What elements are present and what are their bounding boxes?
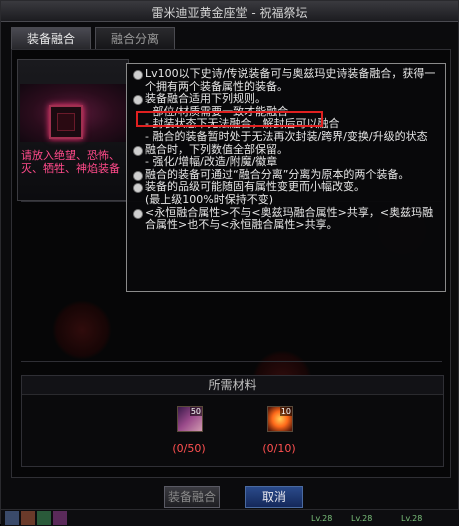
skill-icon[interactable] — [5, 511, 19, 525]
fusion-stone-icon[interactable]: 50 — [177, 406, 203, 432]
taskbar: Lv.28 Lv.28 Lv.28 — [1, 509, 459, 526]
stack-count: 10 — [279, 407, 292, 416]
title-bar[interactable]: 雷米迪亚黄金座堂 - 祝福祭坛 — [1, 1, 458, 22]
fuse-button[interactable]: 装备融合 — [164, 486, 220, 508]
level-label: Lv.28 — [311, 514, 333, 523]
tab-fusion-separation[interactable]: 融合分离 — [95, 27, 175, 50]
empty-slot-icon — [57, 113, 75, 131]
bullet-icon — [133, 208, 143, 219]
divider — [21, 361, 442, 362]
fusion-rules-tooltip: Lv100以下史诗/传说装备可与奥兹玛史诗装备融合，获得一个拥有两个装备属性的装… — [126, 63, 446, 292]
required-materials-panel: 所需材料 50 10 (0/50) (0/10) — [21, 375, 444, 467]
skill-icon[interactable] — [21, 511, 35, 525]
bullet-icon — [133, 70, 143, 80]
level-label: Lv.28 — [401, 514, 423, 523]
rust-decoration — [52, 300, 112, 360]
skill-icon[interactable] — [53, 511, 67, 525]
bullet-icon — [133, 183, 143, 194]
tooltip-item: Lv100以下史诗/传说装备可与奥兹玛史诗装备融合，获得一个拥有两个装备属性的装… — [131, 67, 441, 93]
slot-warning-text: 请放入绝望、恐怖、灭、牺牲、神焰装备 — [21, 149, 120, 175]
bullet-icon — [133, 145, 143, 156]
tab-equipment-fusion[interactable]: 装备融合 — [11, 27, 91, 50]
skill-icon[interactable] — [37, 511, 51, 525]
level-label: Lv.28 — [351, 514, 373, 523]
window-title: 雷米迪亚黄金座堂 - 祝福祭坛 — [151, 6, 308, 20]
bullet-icon — [133, 170, 143, 181]
material-count: (0/10) — [262, 442, 296, 455]
equipment-slot[interactable] — [49, 105, 83, 139]
stack-count: 50 — [189, 407, 202, 416]
bullet-icon — [133, 95, 143, 106]
cancel-button[interactable]: 取消 — [245, 486, 303, 508]
tooltip-item: <永恒融合属性>不与<奥兹玛融合属性>共享，<奥兹玛融合属性>也不与<永恒融合属… — [131, 206, 441, 232]
material-count: (0/50) — [172, 442, 206, 455]
fusion-window: 雷米迪亚黄金座堂 - 祝福祭坛 装备融合 融合分离 请放入绝望、恐怖、灭、牺牲、… — [0, 0, 459, 526]
highlight-box — [136, 111, 323, 127]
materials-title: 所需材料 — [22, 376, 443, 395]
flame-orb-icon[interactable]: 10 — [267, 406, 293, 432]
